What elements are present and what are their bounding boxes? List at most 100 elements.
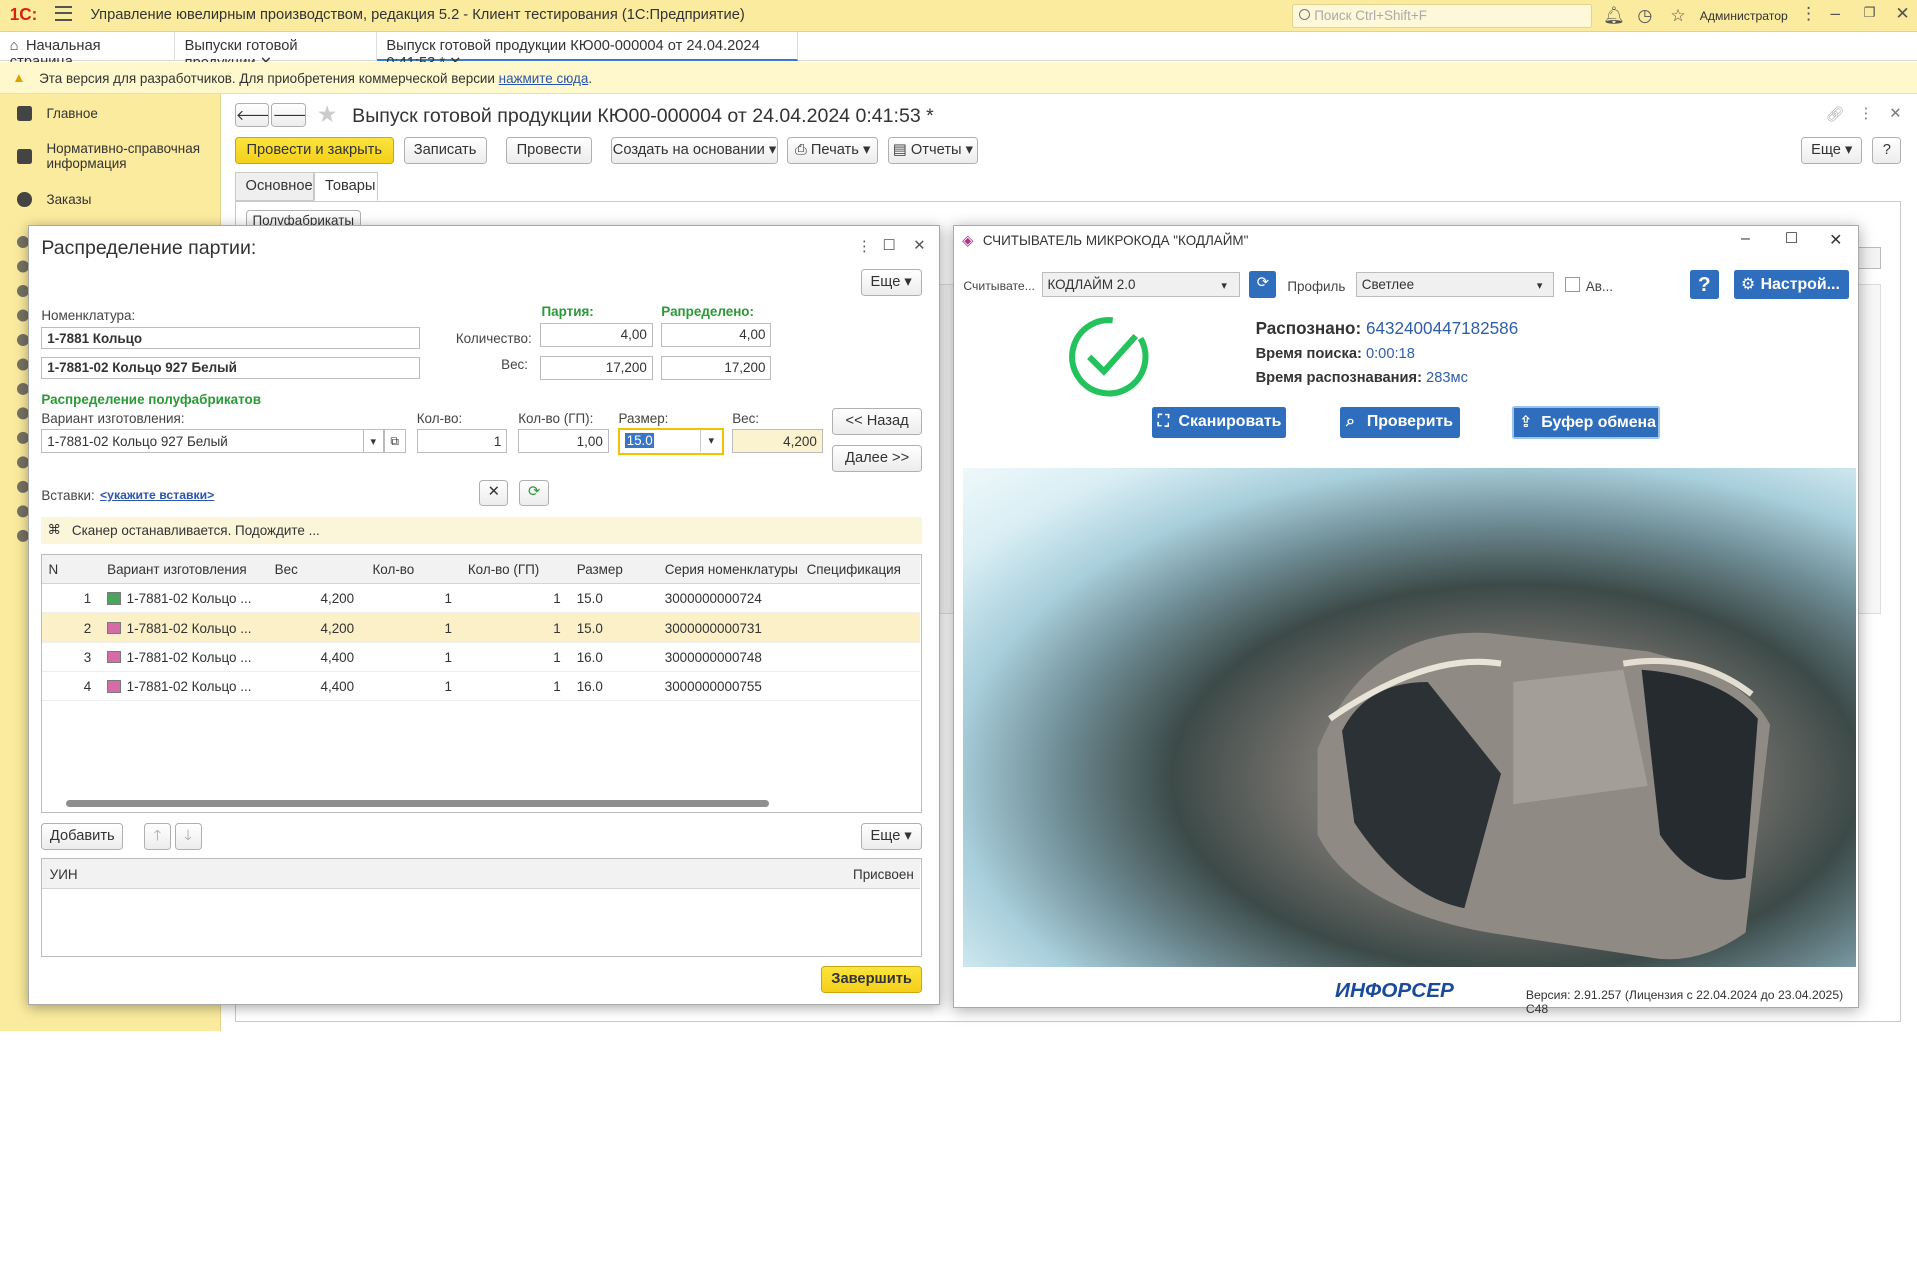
inserts-link[interactable]: <укажите вставки>: [100, 488, 214, 502]
more-button[interactable]: Еще ▾: [1801, 136, 1863, 164]
table-row[interactable]: 2 1-7881-02 Кольцо ... 4,200 1 1 15.0 30000000…: [42, 613, 921, 643]
refresh-button[interactable]: ⟳: [519, 480, 549, 506]
table-row[interactable]: 1 1-7881-02 Кольцо ... 4,200 1 1 15.0 30000000…: [42, 584, 921, 614]
close-icon[interactable]: ✕: [913, 237, 925, 254]
more-button[interactable]: Еще ▾: [860, 268, 922, 296]
ring-photo: [1317, 632, 1771, 960]
col-weight[interactable]: Вес: [275, 562, 298, 577]
profile-select[interactable]: Светлее: [1355, 272, 1554, 297]
maximize-icon[interactable]: ☐: [1785, 230, 1798, 247]
size-value: 15.0: [625, 433, 654, 449]
forward-button[interactable]: 🡒: [271, 102, 306, 128]
tab-releases[interactable]: Выпуски готовой продукции ✕: [175, 31, 377, 71]
maximize-icon[interactable]: ☐: [883, 237, 896, 254]
gear-icon: ⚙: [1741, 276, 1756, 293]
link-icon[interactable]: 🔗︎: [1826, 105, 1845, 123]
search-input[interactable]: Поиск Ctrl+Shift+F: [1292, 3, 1593, 29]
table-row[interactable]: 3 1-7881-02 Кольцо ... 4,400 1 1 16.0 30000000…: [42, 643, 921, 673]
minimize-icon[interactable]: –: [1831, 4, 1841, 24]
col-uin[interactable]: УИН: [50, 867, 78, 882]
kolvo-gp-field[interactable]: 1,00: [518, 428, 609, 454]
tab-home[interactable]: ⌂Начальная страница: [0, 31, 175, 70]
reports-button[interactable]: ▤ Отчеты ▾: [887, 136, 979, 164]
refresh-button[interactable]: ⟳: [1249, 271, 1277, 299]
menu-icon[interactable]: [55, 6, 73, 21]
user-name[interactable]: Администратор: [1700, 9, 1788, 23]
recog-time-row: Время распознавания: 283мс: [1256, 370, 1468, 386]
col-spec[interactable]: Спецификация: [807, 562, 901, 577]
save-button[interactable]: Записать: [403, 136, 487, 164]
variant-field[interactable]: 1-7881-02 Кольцо 927 Белый: [41, 428, 406, 454]
col-series[interactable]: Серия номенклатуры: [665, 562, 798, 577]
col-size[interactable]: Размер: [577, 562, 623, 577]
cell-size: 15.0: [576, 591, 603, 607]
col-n[interactable]: N: [48, 562, 58, 577]
col-assigned[interactable]: Присвоен: [853, 867, 914, 882]
camera-image: [963, 468, 1856, 967]
col-qty-gp[interactable]: Кол-во (ГП): [468, 562, 539, 577]
tab-main[interactable]: Основное: [234, 172, 315, 201]
finish-button[interactable]: Завершить: [821, 965, 922, 993]
star-icon[interactable]: ☆: [1670, 6, 1685, 26]
back-button[interactable]: 🡐: [234, 102, 269, 128]
pie-icon: [17, 191, 32, 207]
col-variant[interactable]: Вариант изготовления: [107, 562, 246, 577]
recog-time-value: 283мс: [1426, 370, 1468, 387]
reader-select[interactable]: КОДЛАЙМ 2.0: [1041, 272, 1240, 297]
variant-dropdown-icon[interactable]: ▾: [362, 428, 384, 454]
tab-document[interactable]: Выпуск готовой продукции КЮ00-000004 от …: [376, 31, 799, 71]
col-qty[interactable]: Кол-во: [372, 562, 414, 577]
settings-button[interactable]: ⚙ Настрой...: [1733, 270, 1849, 300]
cell-n: 2: [83, 620, 92, 636]
post-close-button[interactable]: Провести и закрыть: [234, 136, 394, 164]
buy-link[interactable]: нажмите сюда: [499, 71, 589, 86]
more-icon[interactable]: ⋮: [857, 238, 872, 255]
create-based-button[interactable]: Создать на основании ▾: [611, 136, 778, 164]
close-icon[interactable]: ✕: [1829, 230, 1842, 250]
kolvo-field[interactable]: 1: [416, 428, 508, 454]
check-button[interactable]: ⌕ Проверить: [1339, 406, 1460, 438]
minimize-icon[interactable]: –: [1741, 230, 1750, 248]
restore-icon[interactable]: ❐: [1864, 5, 1876, 21]
move-up-button[interactable]: 🡑: [144, 822, 171, 850]
background-dropdown[interactable]: [1856, 247, 1881, 269]
scroll-thumb[interactable]: [65, 800, 769, 807]
tab-goods[interactable]: Товары: [314, 172, 378, 201]
clear-button[interactable]: ✕: [479, 480, 509, 506]
scan-button[interactable]: ⛶ Сканировать: [1151, 406, 1287, 438]
cell-qty: 1: [444, 591, 452, 607]
add-button[interactable]: Добавить: [41, 822, 124, 850]
close-icon[interactable]: ✕: [1889, 105, 1901, 122]
horizontal-scrollbar[interactable]: [47, 799, 916, 808]
print-button[interactable]: ⎙ Печать ▾: [787, 136, 878, 164]
open-icon[interactable]: ⧉: [383, 428, 406, 454]
post-button[interactable]: Провести: [506, 136, 592, 164]
next-button[interactable]: Далее >>: [832, 444, 922, 472]
button-label: Создать на основании: [612, 141, 765, 158]
semis-section-label: Распределение полуфабрикатов: [41, 392, 261, 408]
back-button[interactable]: << Назад: [832, 408, 922, 436]
help-button[interactable]: ?: [1872, 136, 1902, 164]
more-icon[interactable]: ⋮: [1859, 105, 1874, 122]
clipboard-button[interactable]: ⇪ Буфер обмена: [1512, 405, 1661, 439]
chevron-down-icon[interactable]: ▾: [1537, 279, 1543, 292]
auto-checkbox[interactable]: [1564, 277, 1580, 292]
more-icon[interactable]: ⋮: [1800, 4, 1817, 24]
cell-qty: 1: [444, 650, 452, 666]
scan-icon: ⛶: [1157, 412, 1169, 430]
help-button[interactable]: ?: [1689, 270, 1720, 300]
bell-icon[interactable]: 🔔︎: [1603, 6, 1625, 26]
close-icon[interactable]: ✕: [1895, 4, 1909, 24]
button-label: Проверить: [1366, 412, 1454, 430]
history-icon[interactable]: ◷: [1637, 6, 1652, 26]
chevron-down-icon[interactable]: ▾: [1221, 279, 1227, 292]
recog-time-label: Время распознавания:: [1255, 370, 1422, 387]
favorite-icon[interactable]: ★: [317, 101, 338, 128]
move-down-button[interactable]: 🡓: [174, 822, 202, 850]
size-dropdown-icon[interactable]: ▾: [700, 430, 721, 453]
table-row[interactable]: 4 1-7881-02 Кольцо ... 4,400 1 1 16.0 30000000…: [42, 672, 921, 702]
party-qty: 4,00: [540, 322, 653, 348]
more-button-2[interactable]: Еще ▾: [860, 822, 922, 850]
cell-n: 4: [83, 679, 92, 695]
distributed-weight: 17,200: [661, 355, 772, 381]
